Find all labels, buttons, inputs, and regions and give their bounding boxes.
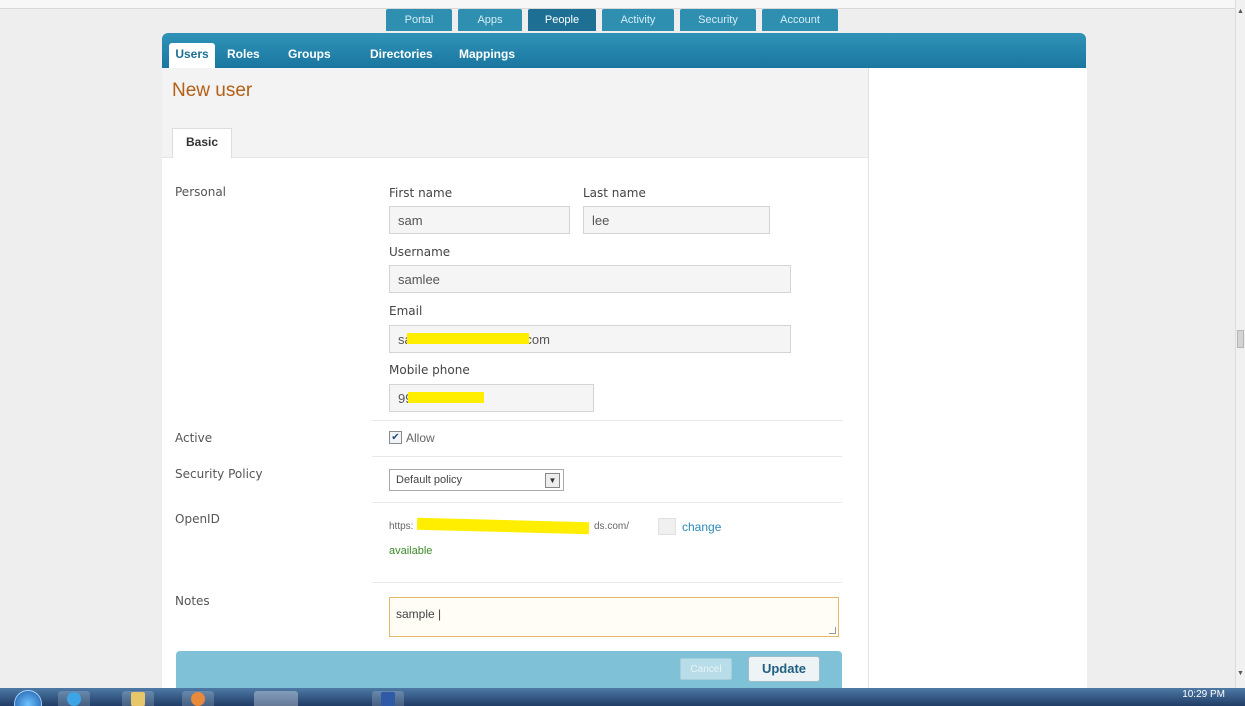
checkmark-icon: ✔ [391,432,400,443]
taskbar-internet-explorer[interactable] [58,691,90,706]
cancel-button[interactable]: Cancel [680,658,732,680]
internet-explorer-icon [67,692,81,706]
username-label: Username [389,245,451,259]
first-name-field[interactable]: sam [389,206,570,234]
sub-tab-directories[interactable]: Directories [370,43,433,68]
openid-change-link[interactable]: change [682,520,721,534]
sub-tab-users[interactable]: Users [169,43,215,68]
sub-tab-roles[interactable]: Roles [227,43,260,68]
taskbar-file-explorer[interactable] [122,691,154,706]
vertical-scrollbar[interactable]: ▲ ▼ [1235,0,1245,688]
tab-basic[interactable]: Basic [172,128,232,158]
email-redaction-mark [407,333,529,344]
last-name-label: Last name [583,186,646,200]
page-title: New user [172,80,253,101]
sub-tab-groups[interactable]: Groups [288,43,331,68]
windows-taskbar: 10:29 PM [0,688,1245,706]
divider [372,582,842,583]
page-header: New user Basic [162,68,868,158]
word-document-icon [381,692,395,706]
username-field[interactable]: samlee [389,265,791,293]
notes-text: sample | [396,607,442,621]
divider [372,456,842,457]
media-app-icon [191,692,205,706]
top-tab-activity[interactable]: Activity [602,9,674,31]
allow-checkbox[interactable]: ✔ [389,431,402,444]
taskbar-active-window[interactable] [254,691,298,706]
window-top-strip [0,0,1235,9]
top-navigation: Portal Apps People Activity Security Acc… [386,9,844,31]
top-tab-apps[interactable]: Apps [458,9,522,31]
first-name-label: First name [389,186,453,200]
openid-url-suffix: ds.com/ [594,521,630,532]
taskbar-word-document[interactable] [372,691,404,706]
taskbar-media-app[interactable] [182,691,214,706]
top-tab-account[interactable]: Account [762,9,838,31]
openid-redaction-mark [416,517,590,535]
security-policy-select[interactable]: Default policy ▼ [389,469,564,491]
notes-textarea[interactable]: sample | [389,597,839,637]
security-policy-label: Security Policy [175,467,263,481]
security-policy-value: Default policy [396,474,463,486]
mobile-redaction-mark [408,392,484,403]
personal-section-label: Personal [175,185,227,199]
mobile-phone-label: Mobile phone [389,363,470,377]
right-sidebar-panel [868,68,1087,706]
active-label: Active [175,431,213,445]
openid-url-field[interactable] [658,518,676,535]
divider [372,420,842,421]
sub-navigation-bar: Users Roles Groups Directories Mappings [162,33,1086,68]
dropdown-arrow-icon: ▼ [545,473,560,488]
sub-tab-mappings[interactable]: Mappings [459,43,515,68]
scrollbar-thumb[interactable] [1237,330,1244,348]
email-label: Email [389,304,423,318]
notes-label: Notes [175,594,210,608]
start-button-icon[interactable] [14,690,42,706]
resize-grip-icon[interactable] [829,627,836,634]
update-button[interactable]: Update [748,656,820,682]
top-tab-people[interactable]: People [528,9,596,31]
openid-availability-status: available [389,545,433,557]
scroll-down-arrow-icon[interactable]: ▼ [1237,670,1244,677]
openid-url-prefix: https: [389,521,414,532]
allow-label: Allow [406,431,435,445]
top-tab-portal[interactable]: Portal [386,9,452,31]
top-tab-security[interactable]: Security [680,9,756,31]
form-action-bar: Cancel Update [176,651,842,691]
folder-icon [131,692,145,706]
last-name-field[interactable]: lee [583,206,770,234]
scroll-up-arrow-icon[interactable]: ▲ [1237,8,1244,15]
openid-label: OpenID [175,512,220,526]
taskbar-clock[interactable]: 10:29 PM [1182,689,1225,700]
divider [372,502,842,503]
main-panel: New user Basic Personal First name sam L… [162,68,868,706]
